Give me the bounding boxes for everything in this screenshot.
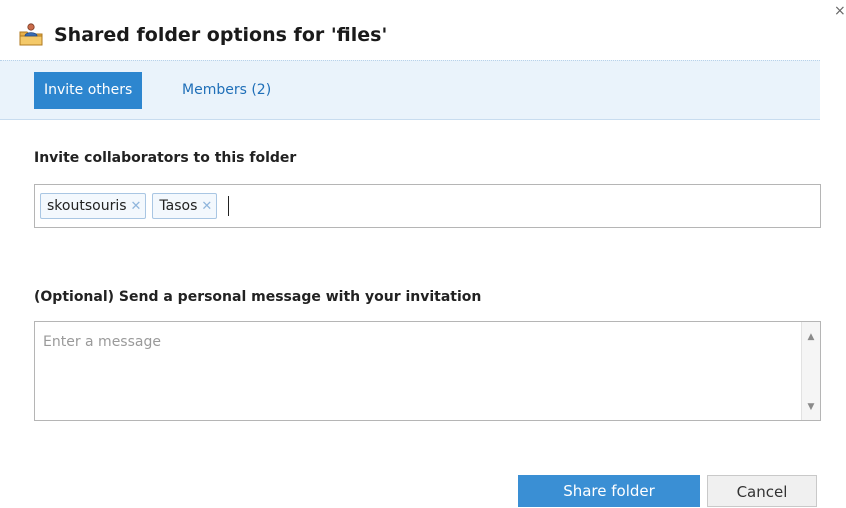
recipient-token-name: skoutsouris bbox=[47, 198, 127, 214]
tab-invite-others[interactable]: Invite others bbox=[34, 72, 143, 109]
invite-collaborators-label: Invite collaborators to this folder bbox=[34, 150, 297, 166]
shared-folder-dialog: × Shared folder options for 'files' Invi… bbox=[0, 0, 846, 507]
remove-token-icon[interactable]: ✕ bbox=[131, 199, 142, 214]
message-textarea[interactable] bbox=[35, 322, 801, 420]
cancel-button[interactable]: Cancel bbox=[707, 475, 817, 507]
tab-members[interactable]: Members (2) bbox=[172, 72, 281, 109]
message-scrollbar[interactable]: ▲ ▼ bbox=[801, 322, 820, 420]
personal-message-label: (Optional) Send a personal message with … bbox=[34, 289, 482, 305]
remove-token-icon[interactable]: ✕ bbox=[201, 199, 212, 214]
shared-folder-icon bbox=[19, 23, 43, 46]
dialog-title-bar: Shared folder options for 'files' bbox=[18, 20, 387, 50]
scroll-up-arrow-icon[interactable]: ▲ bbox=[802, 332, 820, 342]
dialog-title: Shared folder options for 'files' bbox=[54, 24, 388, 46]
scroll-down-arrow-icon[interactable]: ▼ bbox=[802, 402, 820, 412]
recipients-field[interactable]: skoutsouris ✕ Tasos ✕ bbox=[34, 184, 821, 228]
share-folder-button[interactable]: Share folder bbox=[518, 475, 700, 507]
recipient-token: skoutsouris ✕ bbox=[40, 193, 147, 219]
recipient-input[interactable] bbox=[229, 197, 434, 215]
message-box: ▲ ▼ bbox=[34, 321, 821, 421]
recipient-token: Tasos ✕ bbox=[152, 193, 218, 219]
close-icon[interactable]: × bbox=[834, 4, 846, 18]
recipient-token-name: Tasos bbox=[159, 198, 198, 214]
tab-strip: Invite others Members (2) bbox=[0, 60, 820, 120]
